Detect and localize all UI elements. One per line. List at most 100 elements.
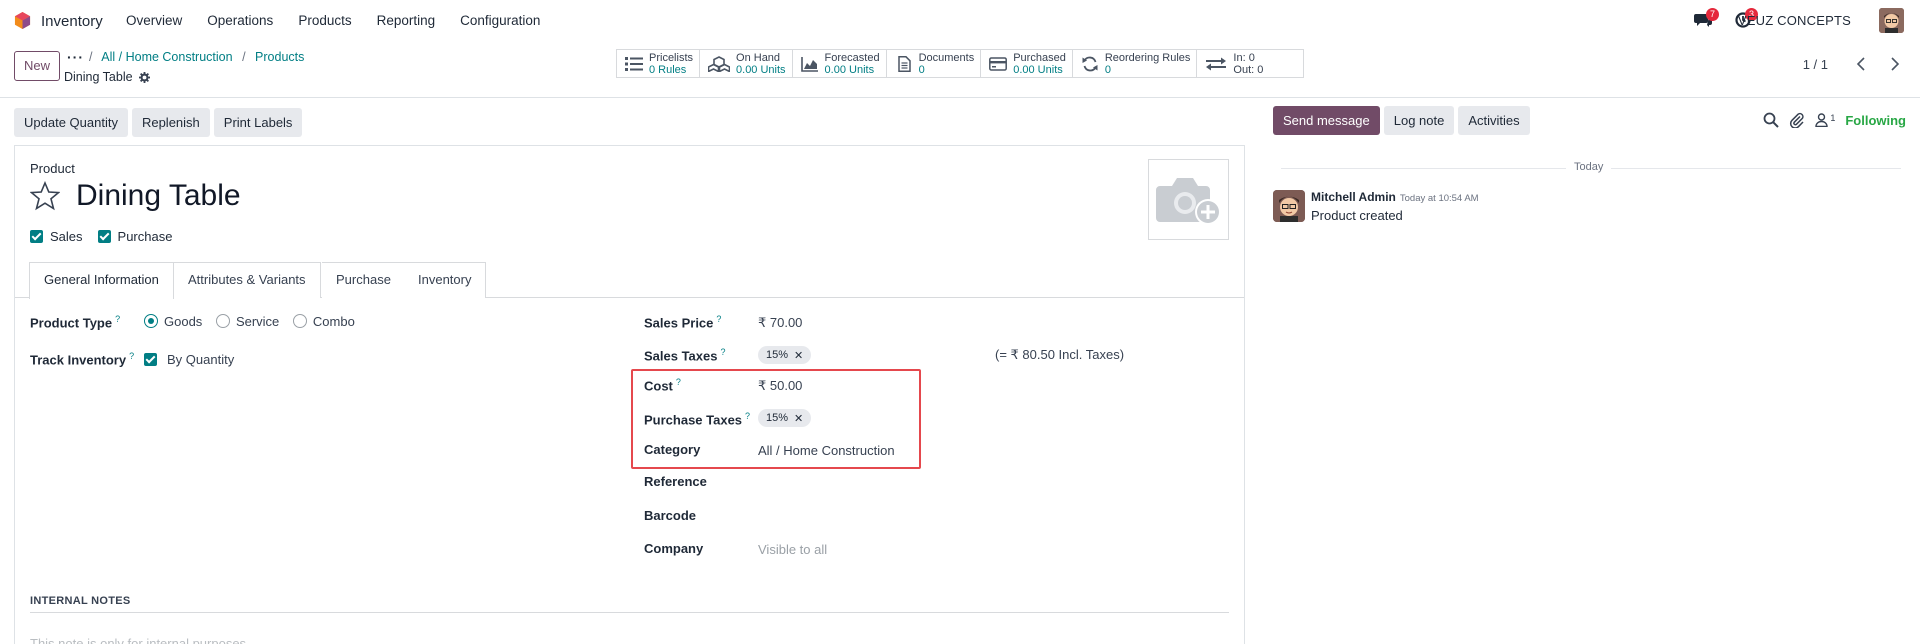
next-record-button[interactable] xyxy=(1882,51,1908,77)
record-title: Dining Table xyxy=(64,70,150,84)
remove-tag-icon[interactable]: ✕ xyxy=(794,412,803,425)
barcode-field[interactable] xyxy=(758,508,1018,524)
user-avatar[interactable] xyxy=(1879,8,1904,33)
product-image-upload[interactable] xyxy=(1148,159,1229,240)
menu-products[interactable]: Products xyxy=(298,13,351,28)
product-name-field[interactable]: Dining Table xyxy=(76,179,241,213)
followers-button[interactable]: 1 xyxy=(1815,113,1835,127)
search-icon[interactable] xyxy=(1763,112,1780,128)
tab-attributes-variants[interactable]: Attributes & Variants xyxy=(174,262,321,298)
following-button[interactable]: Following xyxy=(1845,113,1906,128)
replenish-button[interactable]: Replenish xyxy=(131,108,210,137)
purchase-checkbox[interactable] xyxy=(97,230,111,243)
track-inventory-mode[interactable]: By Quantity xyxy=(167,352,234,367)
new-button[interactable]: New xyxy=(14,51,60,81)
chatter-tools: 1 Following xyxy=(1763,112,1906,128)
menu-reporting[interactable]: Reporting xyxy=(377,13,436,28)
in-count: In: 0 xyxy=(1233,51,1255,64)
cubes-icon xyxy=(708,55,731,72)
record-name: Dining Table xyxy=(64,70,133,84)
previous-record-button[interactable] xyxy=(1848,51,1874,77)
print-labels-button[interactable]: Print Labels xyxy=(213,108,303,137)
update-quantity-button[interactable]: Update Quantity xyxy=(14,108,128,137)
log-note-button[interactable]: Log note xyxy=(1383,106,1455,135)
tab-purchase[interactable]: Purchase xyxy=(322,262,406,298)
paperclip-icon[interactable] xyxy=(1789,112,1805,128)
sales-taxes-field[interactable]: 15% ✕ xyxy=(758,346,812,364)
forecasted-button[interactable]: Forecasted 0.00 Units xyxy=(793,50,887,77)
sales-checkbox[interactable] xyxy=(30,230,43,243)
tab-inventory[interactable]: Inventory xyxy=(404,262,487,298)
company-field[interactable]: Visible to all xyxy=(758,542,827,557)
chevron-left-icon xyxy=(1856,57,1865,71)
message-date: Today at 10:54 AM xyxy=(1399,193,1479,204)
documents-value: 0 xyxy=(918,63,925,76)
forecasted-label: Forecasted xyxy=(824,51,880,64)
menu-operations[interactable]: Operations xyxy=(207,13,273,28)
form-action-buttons: Update Quantity Replenish Print Labels xyxy=(14,108,303,137)
category-field[interactable]: All / Home Construction xyxy=(758,443,895,458)
followers-count: 1 xyxy=(1830,113,1836,123)
radio-combo[interactable] xyxy=(292,314,307,328)
pager-value[interactable]: 1 / 1 xyxy=(1803,57,1828,72)
breadcrumb-category[interactable]: All / Home Construction xyxy=(101,50,232,64)
menu-overview[interactable]: Overview xyxy=(126,13,182,28)
help-icon[interactable]: ? xyxy=(129,351,134,361)
radio-service[interactable] xyxy=(215,314,230,328)
purchased-button[interactable]: Purchased 0.00 Units xyxy=(981,50,1073,77)
sale-purchase-flags: Sales Purchase xyxy=(30,229,187,244)
sales-price-label: Sales Price? xyxy=(644,314,721,330)
list-icon xyxy=(625,56,643,71)
radio-service-label: Service xyxy=(235,314,280,329)
chevron-right-icon xyxy=(1891,57,1900,71)
section-divider xyxy=(30,612,1229,613)
reference-label: Reference xyxy=(644,474,707,489)
tax-tag-label: 15% xyxy=(766,349,789,361)
track-inventory-checkbox[interactable] xyxy=(144,353,157,366)
remove-tag-icon[interactable]: ✕ xyxy=(794,349,803,362)
on-hand-value: 0.00 Units xyxy=(736,63,786,76)
message-header: Mitchell Admin Today at 10:54 AM xyxy=(1311,190,1479,204)
on-hand-button[interactable]: On Hand 0.00 Units xyxy=(700,50,793,77)
control-panel: New ··· / All / Home Construction / Prod… xyxy=(0,41,1920,98)
category-label: Category xyxy=(644,442,701,457)
message-author[interactable]: Mitchell Admin xyxy=(1311,190,1396,204)
help-icon[interactable]: ? xyxy=(676,377,681,387)
radio-combo-label: Combo xyxy=(312,314,355,329)
activities-button[interactable]: Activities xyxy=(1458,106,1530,135)
help-icon[interactable]: ? xyxy=(745,411,750,421)
barcode-label: Barcode xyxy=(644,508,697,523)
send-message-button[interactable]: Send message xyxy=(1273,106,1380,135)
favorite-star-icon[interactable] xyxy=(30,181,60,211)
track-inventory-field: By Quantity xyxy=(144,352,234,367)
purchase-checkbox-label: Purchase xyxy=(117,229,173,244)
inventory-app-icon[interactable] xyxy=(14,12,31,29)
internal-notes-field[interactable]: This note is only for internal purposes. xyxy=(30,636,250,644)
tab-general-information[interactable]: General Information xyxy=(29,262,174,299)
menu-configuration[interactable]: Configuration xyxy=(460,13,540,28)
breadcrumb-more-button[interactable]: ··· xyxy=(67,49,84,65)
reordering-rules-value: 0 xyxy=(1104,63,1111,76)
company-switcher[interactable]: VEUZ CONCEPTS xyxy=(1738,13,1851,28)
help-icon[interactable]: ? xyxy=(720,347,725,357)
purchase-taxes-label: Purchase Taxes? xyxy=(644,411,750,427)
documents-button[interactable]: Documents 0 xyxy=(887,50,982,77)
sales-price-field[interactable]: ₹ 70.00 xyxy=(758,315,802,331)
cost-field[interactable]: ₹ 50.00 xyxy=(758,378,802,394)
radio-goods[interactable] xyxy=(144,314,158,328)
reordering-rules-button[interactable]: Reordering Rules 0 xyxy=(1073,50,1198,77)
purchased-label: Purchased xyxy=(1013,51,1066,64)
messages-badge: 7 xyxy=(1706,8,1719,21)
gear-icon[interactable] xyxy=(138,71,150,83)
reference-field[interactable] xyxy=(758,474,1018,490)
message-author-avatar[interactable] xyxy=(1273,190,1305,222)
purchase-taxes-field[interactable]: 15% ✕ xyxy=(758,409,812,427)
help-icon[interactable]: ? xyxy=(716,314,721,324)
forecasted-value: 0.00 Units xyxy=(824,63,875,76)
breadcrumb-products[interactable]: Products xyxy=(255,50,304,64)
help-icon[interactable]: ? xyxy=(115,314,120,324)
pricelists-button[interactable]: Pricelists 0 Rules xyxy=(617,50,701,77)
in-out-button[interactable]: In: 0 Out: 0 xyxy=(1197,50,1303,77)
track-inventory-label-text: Track Inventory xyxy=(30,352,127,368)
app-name[interactable]: Inventory xyxy=(41,13,103,30)
